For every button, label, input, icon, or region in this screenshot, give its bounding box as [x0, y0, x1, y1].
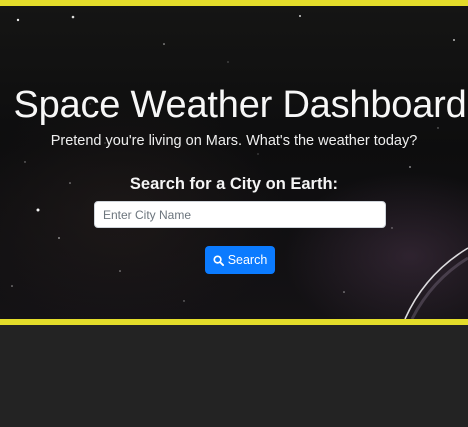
page-title: Space Weather Dashboard — [13, 84, 467, 127]
city-search-input[interactable] — [94, 201, 386, 228]
hero-banner: Space Weather Dashboard Pretend you're l… — [0, 0, 468, 325]
search-button[interactable]: Search — [205, 246, 275, 274]
search-label: Search for a City on Earth: — [129, 175, 339, 193]
page: Space Weather Dashboard Pretend you're l… — [0, 0, 468, 427]
search-icon — [213, 254, 224, 266]
page-subtitle: Pretend you're living on Mars. What's th… — [50, 132, 418, 149]
content-area — [0, 325, 468, 427]
search-button-label: Search — [227, 253, 268, 267]
